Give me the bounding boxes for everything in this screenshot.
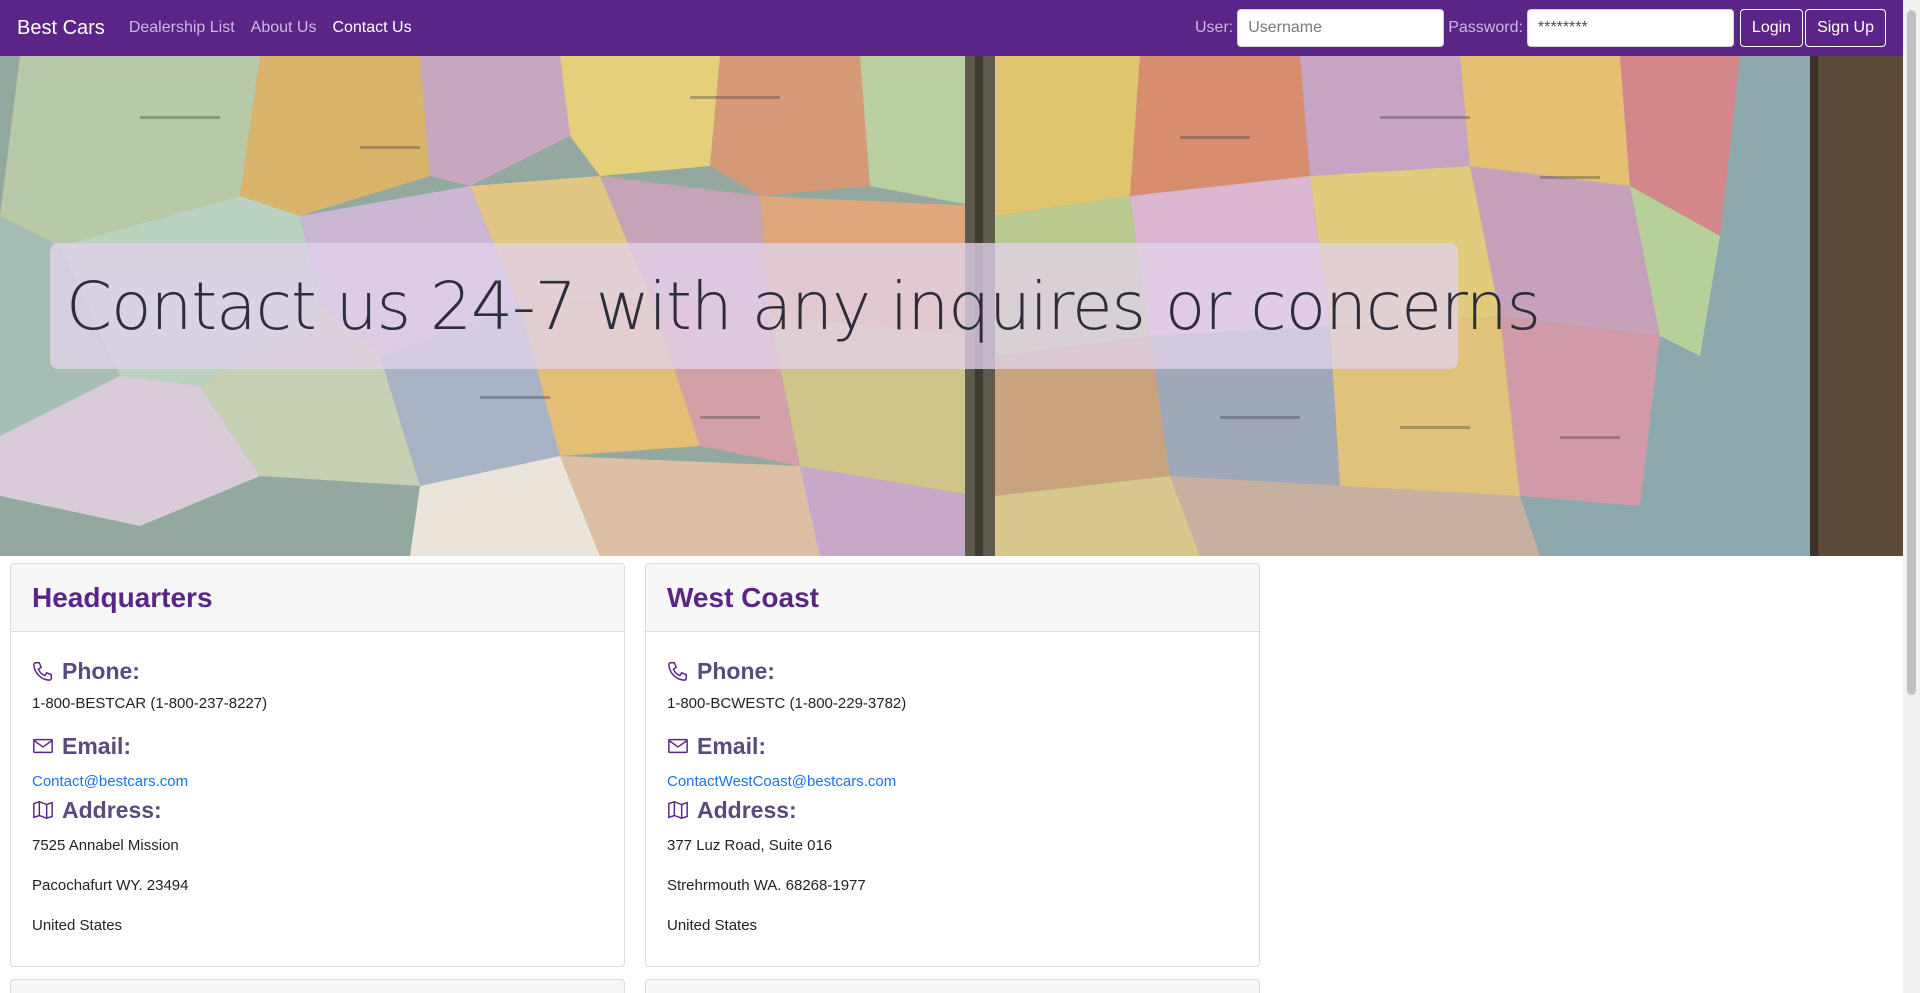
address-section-heading: Address: (667, 793, 1238, 827)
top-navbar: Best Cars Dealership List About Us Conta… (0, 0, 1903, 56)
username-input[interactable] (1237, 9, 1445, 47)
map-icon (668, 800, 688, 820)
email-section-heading: Email: (667, 729, 1238, 763)
nav-link-about-us[interactable]: About Us (251, 19, 317, 37)
office-card-partial (645, 979, 1260, 993)
phone-heading: Phone: (62, 657, 140, 684)
card-header: Headquarters (11, 564, 624, 632)
envelope-icon (668, 738, 688, 754)
email-heading: Email: (697, 732, 767, 759)
login-form: User: Password: Login Sign Up (1195, 9, 1886, 47)
scrollbar-thumb[interactable] (1907, 10, 1916, 695)
hero-headline: Contact us 24-7 with any inquires or con… (66, 267, 1541, 345)
email-link[interactable]: Contact@bestcars.com (32, 771, 603, 793)
password-input[interactable] (1526, 9, 1734, 47)
email-heading: Email: (62, 732, 132, 759)
office-name: Headquarters (32, 581, 213, 613)
card-header: West Coast (646, 564, 1259, 632)
office-card-headquarters: Headquarters Phone: 1-800-BESTCAR (1-800… (10, 563, 625, 967)
card-body: Phone: 1-800-BESTCAR (1-800-237-8227) Em… (11, 632, 624, 937)
nav-link-dealership-list[interactable]: Dealership List (129, 19, 235, 37)
page: Best Cars Dealership List About Us Conta… (0, 0, 1920, 993)
envelope-icon (33, 738, 53, 754)
address-line: United States (32, 917, 123, 934)
email-section-heading: Email: (32, 729, 603, 763)
hero-banner: Contact us 24-7 with any inquires or con… (0, 56, 1903, 556)
address-heading: Address: (697, 796, 797, 823)
signup-button[interactable]: Sign Up (1805, 9, 1886, 47)
phone-number: 1-800-BESTCAR (1-800-237-8227) (32, 695, 268, 712)
phone-heading: Phone: (697, 657, 775, 684)
address-line: United States (667, 917, 758, 934)
page-scrollbar[interactable] (1903, 0, 1920, 993)
phone-section-heading: Phone: (667, 654, 1238, 688)
email-link[interactable]: ContactWestCoast@bestcars.com (667, 771, 1238, 793)
address-line: Pacochafurt WY. 23494 (32, 877, 189, 894)
address-line: Strehrmouth WA. 68268-1977 (667, 877, 866, 894)
phone-icon (33, 662, 52, 681)
map-icon (33, 800, 53, 820)
office-name: West Coast (667, 581, 819, 613)
card-body: Phone: 1-800-BCWESTC (1-800-229-3782) Em… (646, 632, 1259, 937)
phone-number: 1-800-BCWESTC (1-800-229-3782) (667, 695, 907, 712)
brand-logo-link[interactable]: Best Cars (17, 17, 105, 40)
address-heading: Address: (62, 796, 162, 823)
address-line: 377 Luz Road, Suite 016 (667, 837, 833, 854)
login-button[interactable]: Login (1739, 9, 1804, 47)
password-label: Password: (1448, 19, 1523, 36)
user-label: User: (1194, 19, 1234, 36)
address-section-heading: Address: (32, 793, 603, 827)
office-card-west-coast: West Coast Phone: 1-800-BCWESTC (1-800-2… (645, 563, 1260, 967)
phone-section-heading: Phone: (32, 654, 603, 688)
office-card-partial (10, 979, 625, 993)
phone-icon (668, 662, 687, 681)
hero-headline-box: Contact us 24-7 with any inquires or con… (50, 243, 1541, 369)
nav-link-contact-us[interactable]: Contact Us (332, 19, 411, 37)
address-line: 7525 Annabel Mission (32, 837, 179, 854)
